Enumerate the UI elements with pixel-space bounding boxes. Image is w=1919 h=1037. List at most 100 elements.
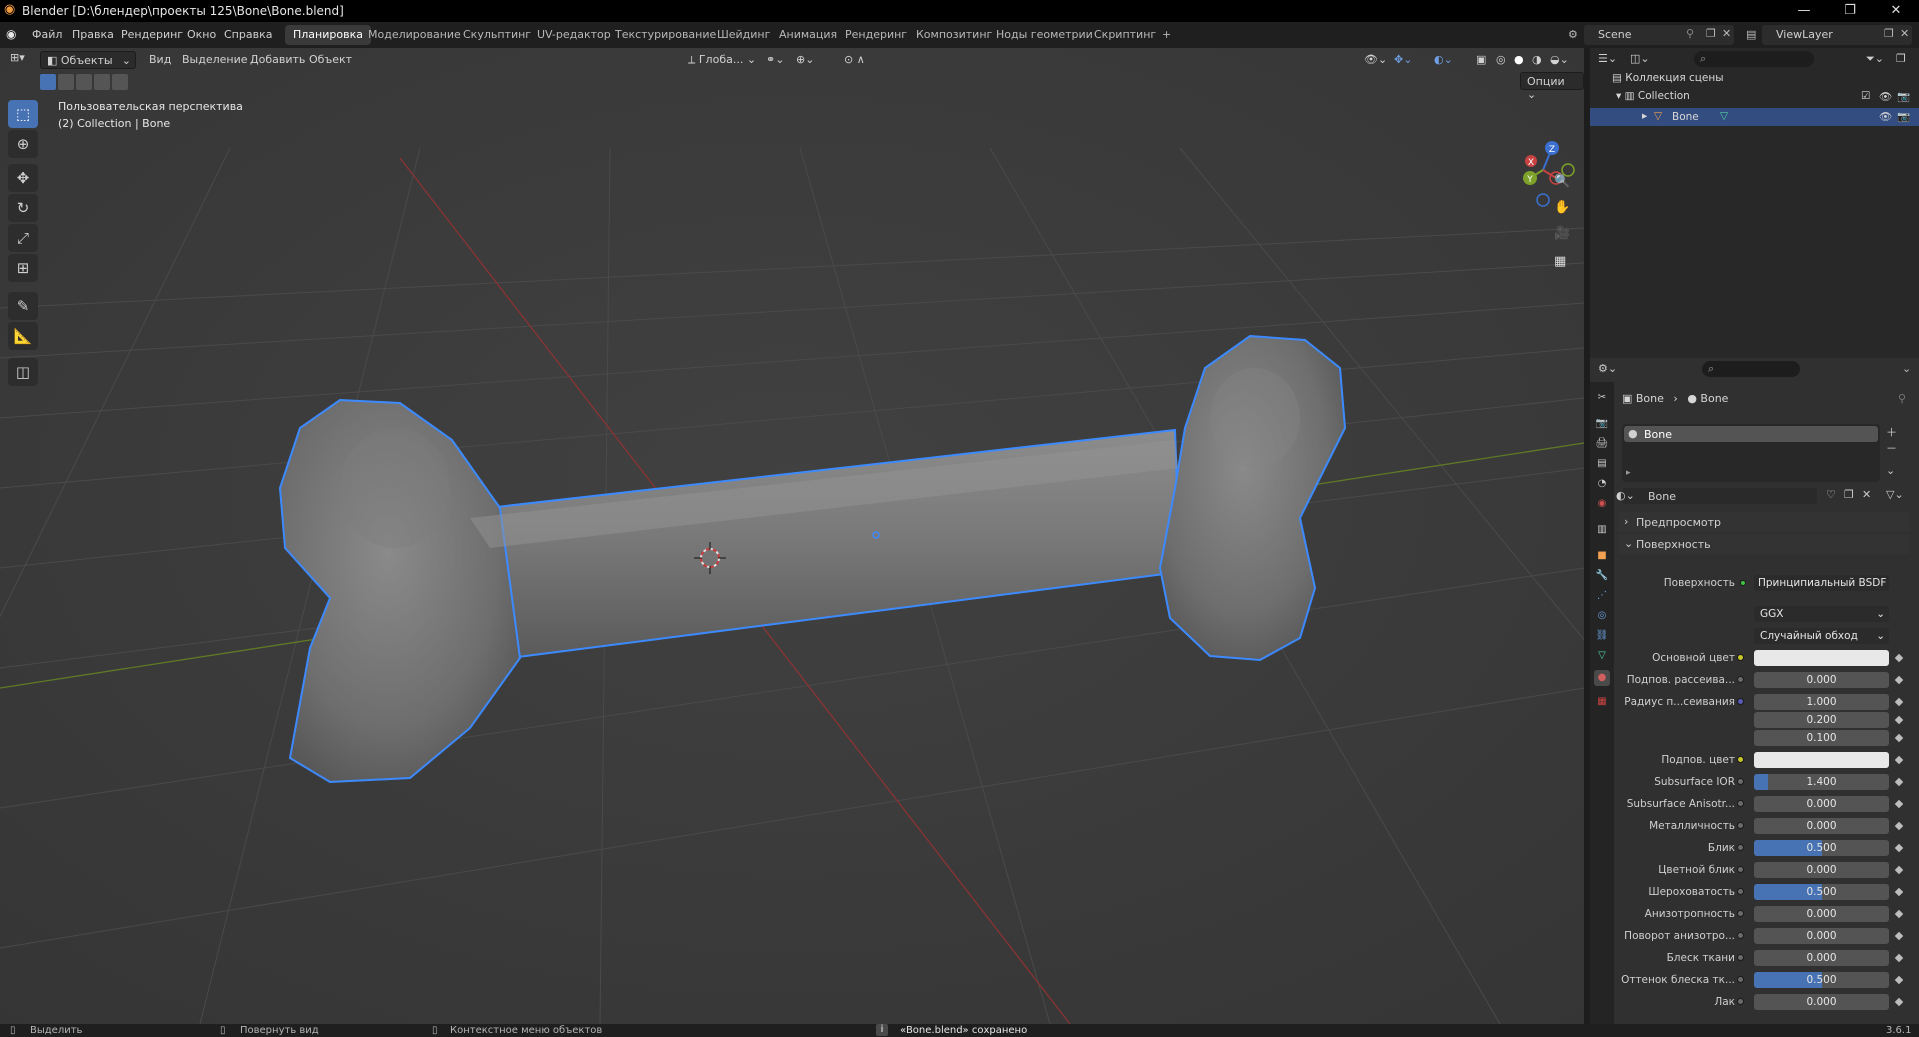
add-workspace-button[interactable]: + — [1154, 25, 1179, 45]
tab-modeling[interactable]: Моделирование — [360, 25, 469, 45]
tab-rendering[interactable]: Рендеринг — [837, 25, 915, 45]
properties-options-icon[interactable]: ⌄ — [1902, 362, 1911, 375]
data-tab-icon[interactable]: ▽ — [1594, 648, 1610, 664]
property-value-field[interactable]: 0.000 — [1754, 928, 1889, 944]
pivot-icon[interactable]: ⚭⌄ — [760, 51, 790, 69]
panel-preview[interactable]: › Предпросмотр — [1618, 512, 1910, 532]
new-scene-icon[interactable]: ❐ — [1706, 27, 1716, 40]
menu-select[interactable]: Выделение — [176, 51, 254, 69]
keyframe-icon[interactable] — [1894, 931, 1904, 941]
physics-tab-icon[interactable]: ◎ — [1594, 608, 1610, 624]
keyframe-icon[interactable] — [1894, 653, 1904, 663]
mesh-data-icon[interactable]: ▽ — [1720, 110, 1728, 122]
socket-icon[interactable] — [1737, 954, 1744, 961]
socket-icon[interactable] — [1737, 778, 1744, 785]
tab-compositing[interactable]: Композитинг — [908, 25, 1000, 45]
menu-help[interactable]: Справка — [224, 28, 272, 41]
overlays-icon[interactable]: ◐⌄ — [1428, 51, 1459, 69]
socket-icon[interactable] — [1737, 654, 1744, 661]
delete-scene-icon[interactable]: ✕ — [1722, 27, 1731, 40]
property-value-field[interactable]: 0.500 — [1754, 840, 1889, 856]
tab-uv-editing[interactable]: UV-редактор — [529, 25, 619, 45]
socket-icon[interactable] — [1737, 844, 1744, 851]
property-value-field[interactable]: 0.500 — [1754, 884, 1889, 900]
socket-icon[interactable] — [1737, 866, 1744, 873]
tab-texture-paint[interactable]: Текстурирование — [607, 25, 724, 45]
properties-search-input[interactable]: ⌕ — [1702, 361, 1800, 377]
fake-user-icon[interactable]: ♡ — [1826, 488, 1836, 501]
outliner-scene-collection[interactable]: ▤ Коллекция сцены — [1612, 72, 1912, 90]
keyframe-icon[interactable] — [1894, 887, 1904, 897]
maximize-button[interactable]: ❐ — [1827, 0, 1873, 22]
distribution-dropdown[interactable]: GGX ⌄ — [1754, 606, 1889, 622]
property-value-field[interactable]: 0.000 — [1754, 862, 1889, 878]
constraints-tab-icon[interactable]: ⛓ — [1594, 628, 1610, 644]
rotate-tool-icon[interactable]: ↻ — [8, 194, 38, 222]
add-cube-tool-icon[interactable]: ◫ — [8, 358, 38, 386]
socket-icon[interactable] — [1737, 976, 1744, 983]
property-value-field[interactable]: 0.100 — [1754, 730, 1889, 746]
surface-shader-field[interactable]: Принципиальный BSDF — [1754, 575, 1889, 591]
menu-window[interactable]: Окно — [187, 28, 216, 41]
socket-icon[interactable] — [1737, 676, 1744, 683]
mode-dropdown[interactable]: ◧ Объекты ⌄ — [40, 51, 136, 69]
property-value-field[interactable] — [1754, 650, 1889, 666]
scale-tool-icon[interactable]: ⤢ — [8, 224, 38, 252]
delete-viewlayer-icon[interactable]: ✕ — [1900, 27, 1909, 40]
snap-icon[interactable]: ⊕⌄ — [790, 51, 820, 69]
menu-add[interactable]: Добавить — [244, 51, 311, 69]
collection-tab-icon[interactable]: ▥ — [1594, 522, 1610, 538]
move-tool-icon[interactable]: ✥ — [8, 164, 38, 192]
material-datablock[interactable]: ◐⌄ Bone — [1616, 488, 1817, 504]
keyframe-icon[interactable] — [1894, 799, 1904, 809]
editor-type-icon[interactable]: ⊞▾ — [10, 51, 25, 64]
keyframe-icon[interactable] — [1894, 755, 1904, 765]
pin-properties-icon[interactable]: ⚲ — [1898, 392, 1906, 405]
material-tab-icon[interactable]: ● — [1594, 670, 1610, 686]
keyframe-icon[interactable] — [1894, 715, 1904, 725]
keyframe-icon[interactable] — [1894, 733, 1904, 743]
measure-tool-icon[interactable]: 📐 — [8, 322, 38, 350]
view-layer-tab-icon[interactable]: ▤ — [1594, 456, 1610, 472]
transform-orientation-dropdown[interactable]: ⟂ Глоба... ⌄ — [682, 51, 762, 69]
property-value-field[interactable]: 0.000 — [1754, 994, 1889, 1010]
select-box-tool-icon[interactable]: ⬚ — [8, 100, 38, 128]
viewport-scene[interactable]: Z Y X — [0, 48, 1584, 1024]
slot-expand-icon[interactable]: ▸ — [1626, 468, 1631, 478]
tab-animation[interactable]: Анимация — [771, 25, 845, 45]
remove-slot-button[interactable]: － — [1886, 440, 1897, 456]
transform-tool-icon[interactable]: ⊞ — [8, 254, 38, 282]
menu-edit[interactable]: Правка — [72, 28, 114, 41]
display-mode-icon[interactable]: ◫⌄ — [1630, 52, 1650, 65]
socket-icon[interactable] — [1737, 756, 1744, 763]
keyframe-icon[interactable] — [1894, 997, 1904, 1007]
property-value-field[interactable]: 0.000 — [1754, 906, 1889, 922]
tab-sculpting[interactable]: Скульптинг — [455, 25, 539, 45]
keyframe-icon[interactable] — [1894, 953, 1904, 963]
outliner-search-input[interactable]: ⌕ — [1694, 51, 1814, 67]
socket-icon[interactable] — [1737, 932, 1744, 939]
socket-icon[interactable] — [1737, 822, 1744, 829]
menu-view[interactable]: Вид — [143, 51, 177, 69]
output-tab-icon[interactable]: 🖨 — [1594, 436, 1610, 452]
world-tab-icon[interactable]: ◉ — [1594, 496, 1610, 512]
socket-icon[interactable] — [1737, 888, 1744, 895]
property-value-field[interactable]: 1.000 — [1754, 694, 1889, 710]
keyframe-icon[interactable] — [1894, 843, 1904, 853]
visibility-eye-icon[interactable]: 👁 — [1879, 90, 1892, 103]
close-button[interactable]: ✕ — [1873, 0, 1919, 22]
select-set-icon[interactable] — [40, 74, 56, 90]
select-invert-icon[interactable] — [94, 74, 110, 90]
zoom-icon[interactable]: 🔍 — [1554, 174, 1570, 189]
cursor-tool-icon[interactable]: ⊕ — [8, 130, 38, 158]
link-type-icon[interactable]: ▽⌄ — [1886, 488, 1904, 501]
keyframe-icon[interactable] — [1894, 909, 1904, 919]
socket-icon[interactable] — [1737, 698, 1744, 705]
outliner-editor-icon[interactable]: ☰⌄ — [1598, 52, 1617, 65]
add-slot-button[interactable]: ＋ — [1886, 424, 1897, 440]
keyframe-icon[interactable] — [1894, 865, 1904, 875]
material-slot-list[interactable]: ● Bone ▸ — [1622, 424, 1880, 482]
property-value-field[interactable]: 0.200 — [1754, 712, 1889, 728]
menu-file[interactable]: Файл — [32, 28, 62, 41]
keyframe-icon[interactable] — [1894, 697, 1904, 707]
